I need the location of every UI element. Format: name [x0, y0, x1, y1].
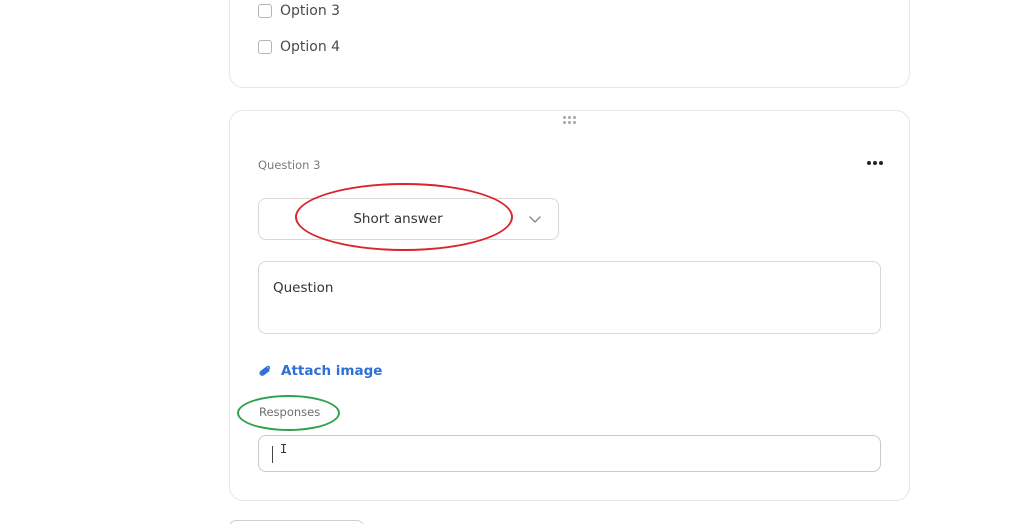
responses-input[interactable]: I — [258, 435, 881, 472]
drag-handle-icon[interactable] — [563, 116, 576, 124]
question-text-field[interactable]: Question — [258, 261, 881, 334]
responses-label: Responses — [259, 405, 321, 419]
add-question-button[interactable] — [229, 520, 364, 524]
highlight-annotation-red — [295, 183, 513, 251]
more-horizontal-icon — [867, 161, 871, 165]
option-3-label: Option 3 — [280, 3, 341, 19]
option-4[interactable]: Option 4 — [258, 39, 340, 55]
option-3[interactable]: Option 3 — [258, 3, 340, 19]
option-3-checkbox[interactable] — [258, 4, 272, 18]
attach-image-label: Attach image — [281, 363, 383, 379]
text-caret — [272, 446, 273, 463]
question-placeholder: Question — [273, 280, 334, 296]
more-options-button[interactable] — [864, 155, 886, 171]
chevron-down-icon — [529, 216, 541, 223]
paperclip-icon — [259, 365, 271, 376]
question-number-label: Question 3 — [258, 158, 321, 172]
ibeam-cursor-icon: I — [280, 442, 288, 456]
option-4-label: Option 4 — [280, 39, 341, 55]
attach-image-button[interactable]: Attach image — [258, 363, 382, 379]
option-4-checkbox[interactable] — [258, 40, 272, 54]
